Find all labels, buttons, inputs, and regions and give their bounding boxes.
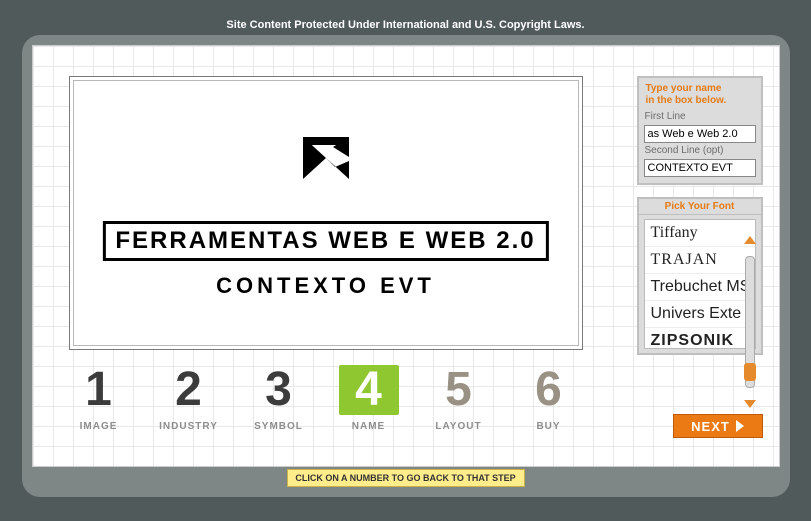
logo-preview: FERRAMENTAS WEB E WEB 2.0 CONTEXTO EVT (69, 76, 583, 350)
step-industry[interactable]: 2 INDUSTRY (159, 365, 219, 432)
next-label: NEXT (691, 419, 730, 434)
font-scrollbar[interactable] (743, 236, 757, 396)
font-option-trajan[interactable]: TRAJAN (645, 247, 755, 274)
preview-line2: CONTEXTO EVT (216, 275, 435, 297)
step-label-image: IMAGE (69, 421, 129, 432)
font-option-univers[interactable]: Univers Exte (645, 301, 755, 328)
step-symbol[interactable]: 3 SYMBOL (249, 365, 309, 432)
next-button[interactable]: NEXT (673, 414, 763, 438)
name-box-title: Type your name in the box below. (646, 83, 754, 107)
font-list[interactable]: Tiffany TRAJAN Trebuchet MS Univers Exte… (644, 219, 756, 349)
scroll-thumb[interactable] (744, 363, 756, 381)
title-line2: in the box below. (646, 95, 727, 106)
step-name[interactable]: 4 NAME (339, 365, 399, 432)
first-line-label: First Line (645, 111, 755, 122)
next-arrow-icon (736, 420, 744, 432)
step-label-industry: INDUSTRY (159, 421, 219, 432)
font-option-zipsonik[interactable]: ZIPSONIK (645, 328, 755, 349)
stage: FERRAMENTAS WEB E WEB 2.0 CONTEXTO EVT T… (32, 45, 780, 467)
step-layout[interactable]: 5 LAYOUT (429, 365, 489, 432)
logo-symbol (303, 137, 349, 179)
step-label-layout: LAYOUT (429, 421, 489, 432)
scroll-down-icon[interactable] (744, 400, 756, 408)
step-num-5: 5 (429, 365, 489, 415)
step-label-name: NAME (339, 421, 399, 432)
copyright-bar: Site Content Protected Under Internation… (22, 15, 790, 35)
first-line-input[interactable] (644, 125, 756, 143)
step-num-2: 2 (159, 365, 219, 415)
right-panel: Type your name in the box below. First L… (637, 76, 763, 367)
step-label-buy: BUY (519, 421, 579, 432)
scroll-up-icon[interactable] (744, 236, 756, 244)
title-line1: Type your name (646, 83, 722, 94)
font-option-tiffany[interactable]: Tiffany (645, 220, 755, 247)
step-hint: CLICK ON A NUMBER TO GO BACK TO THAT STE… (287, 469, 525, 487)
step-buy[interactable]: 6 BUY (519, 365, 579, 432)
step-image[interactable]: 1 IMAGE (69, 365, 129, 432)
font-picker-title: Pick Your Font (639, 199, 761, 215)
step-num-6: 6 (519, 365, 579, 415)
step-label-symbol: SYMBOL (249, 421, 309, 432)
scroll-track[interactable] (745, 256, 755, 388)
second-line-input[interactable] (644, 159, 756, 177)
preview-inner: FERRAMENTAS WEB E WEB 2.0 CONTEXTO EVT (73, 80, 579, 346)
step-num-3: 3 (249, 365, 309, 415)
app-frame: FERRAMENTAS WEB E WEB 2.0 CONTEXTO EVT T… (22, 35, 790, 497)
second-line-label: Second Line (opt) (645, 145, 755, 156)
preview-line1: FERRAMENTAS WEB E WEB 2.0 (102, 221, 548, 261)
step-num-1: 1 (69, 365, 129, 415)
step-num-4: 4 (339, 365, 399, 415)
name-input-box: Type your name in the box below. First L… (637, 76, 763, 185)
wizard-steps: 1 IMAGE 2 INDUSTRY 3 SYMBOL 4 NAME 5 L (69, 365, 579, 432)
font-option-trebuchet[interactable]: Trebuchet MS (645, 274, 755, 301)
